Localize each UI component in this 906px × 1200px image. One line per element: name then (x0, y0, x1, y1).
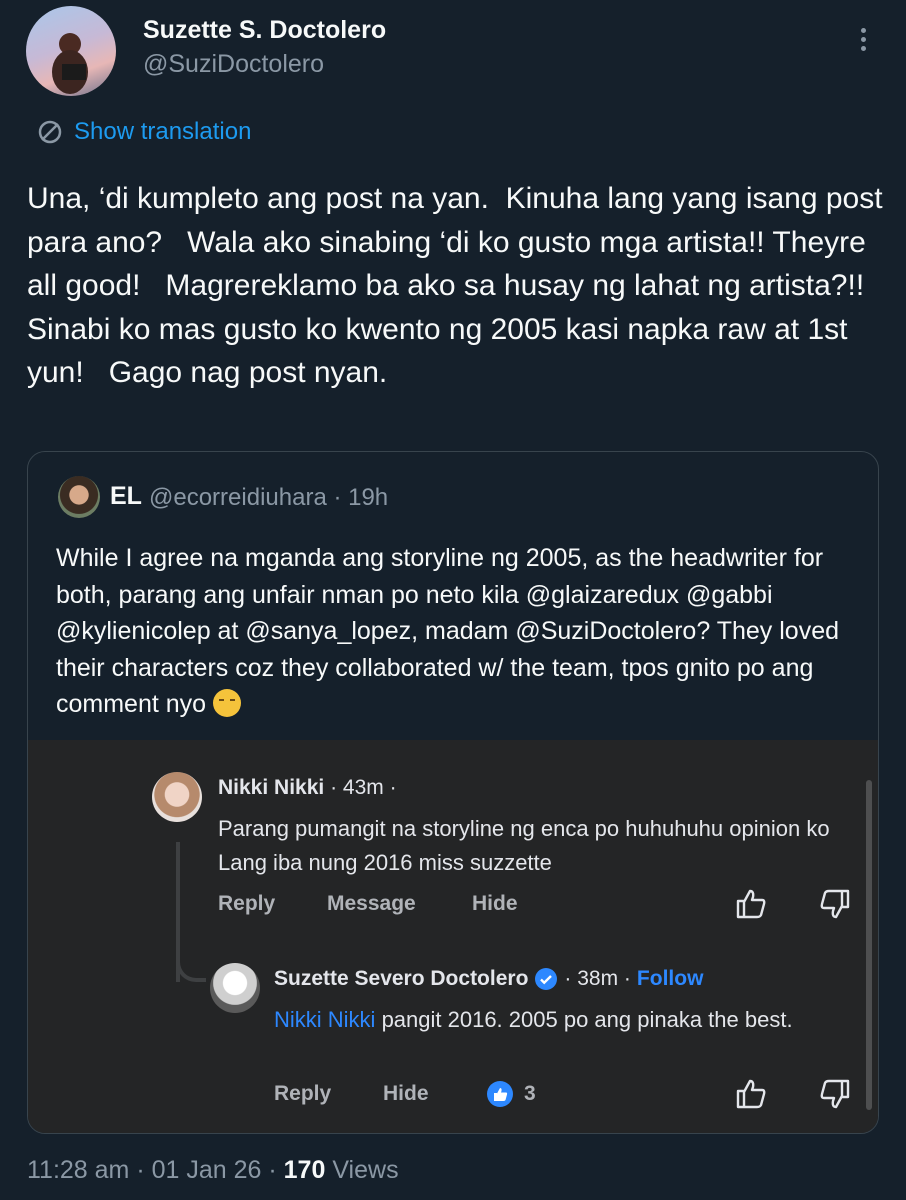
quoted-tweet-text: While I agree na mganda ang storyline ng… (56, 540, 856, 723)
reply-author-avatar (210, 963, 260, 1013)
quoted-author-name[interactable]: EL (110, 482, 142, 511)
verified-badge-icon (535, 968, 558, 990)
quoted-tweet-card[interactable]: EL @ecorreidiuhara · 19h While I agree n… (27, 451, 879, 1134)
quoted-author-meta[interactable]: @ecorreidiuhara · 19h (149, 484, 388, 512)
thumbs-up-icon (736, 1079, 766, 1109)
thumbs-up-icon (736, 889, 766, 919)
views-label: Views (332, 1156, 399, 1184)
tweet-date[interactable]: 01 Jan 26 (152, 1156, 262, 1184)
show-translation-link[interactable]: Show translation (36, 118, 251, 146)
comment2-meta: · 38m · (564, 967, 631, 990)
like-reaction-icon (487, 1081, 513, 1107)
comment2-body: pangit 2016. 2005 po ang pinaka the best… (375, 1007, 793, 1032)
comment1-text: Parang pumangit na storyline ng enca po … (218, 816, 830, 875)
follow-link: Follow (636, 967, 704, 990)
more-options-icon[interactable] (843, 24, 883, 64)
thread-connector-curve (176, 920, 206, 982)
comment2-reply-button: Reply (274, 1082, 332, 1105)
author-name[interactable]: Suzette S. Doctolero (143, 16, 386, 45)
tweet-text: Una, ‘di kumpleto ang post na yan. Kinuh… (27, 182, 891, 389)
commenter-avatar (152, 772, 202, 822)
comment2-author: Suzette Severo Doctolero (274, 967, 529, 990)
author-avatar[interactable] (26, 6, 116, 96)
quoted-author-avatar[interactable] (58, 476, 100, 518)
comment1-author: Nikki Nikki (218, 776, 325, 799)
comment2-mention: Nikki Nikki (274, 1007, 376, 1032)
translate-icon (38, 120, 62, 144)
comment2-header: Suzette Severo Doctolero · 38m · Follow (274, 967, 703, 991)
thumbs-down-icon (820, 889, 850, 919)
show-translation-label[interactable]: Show translation (74, 118, 251, 146)
thumbs-down-icon (820, 1079, 850, 1109)
worried-face-emoji-icon (213, 689, 242, 717)
comment1-header: Nikki Nikki · 43m · (218, 776, 397, 800)
tweet-metadata: 11:28 am · 01 Jan 26 · 170 Views (27, 1156, 399, 1184)
tweet-time[interactable]: 11:28 am (27, 1156, 129, 1184)
comment1-reply-button: Reply (218, 892, 276, 915)
views-count: 170 (283, 1156, 326, 1184)
comment2-hide-button: Hide (383, 1082, 429, 1105)
like-reaction-count: 3 (486, 1080, 536, 1108)
quoted-tweet-body: While I agree na mganda ang storyline ng… (56, 544, 840, 718)
comment1-message-button: Message (327, 892, 416, 915)
comment1-hide-button: Hide (472, 892, 518, 915)
embedded-comment-screenshot: Nikki Nikki · 43m · Parang pumangit na s… (28, 740, 878, 1133)
author-handle[interactable]: @SuziDoctolero (143, 50, 324, 79)
reaction-count: 3 (524, 1082, 536, 1105)
comment1-meta: · 43m · (324, 776, 397, 799)
comment2-text: Nikki Nikki pangit 2016. 2005 po ang pin… (274, 1003, 874, 1037)
